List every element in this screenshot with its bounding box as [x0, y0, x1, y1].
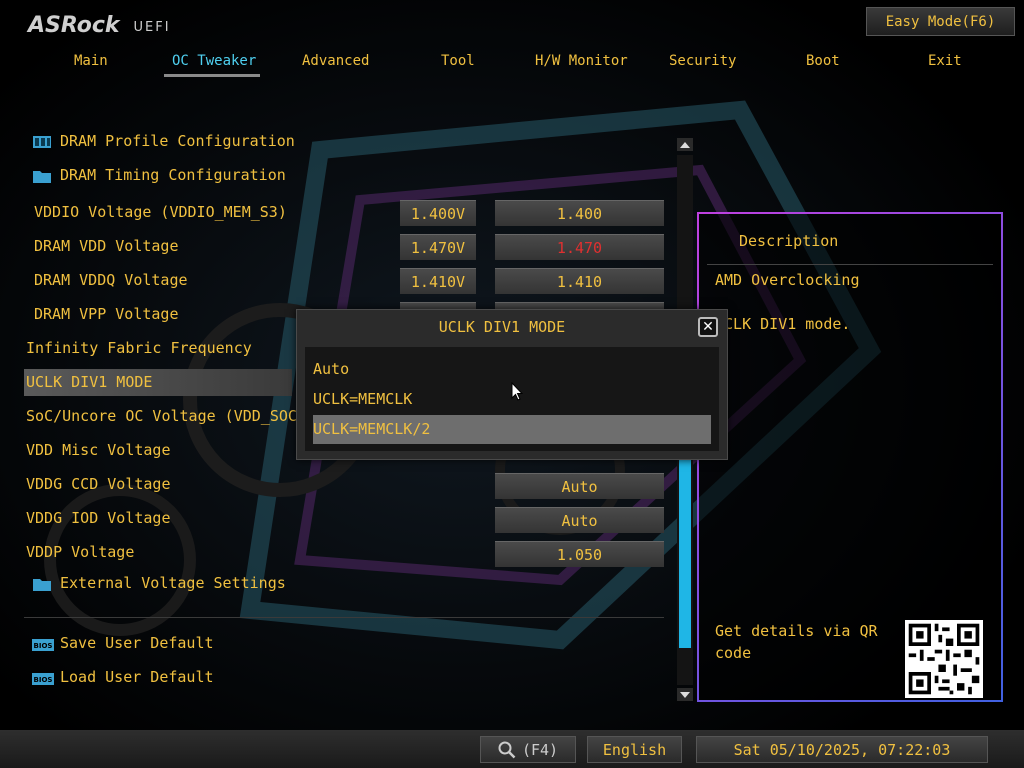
soc-voltage-item[interactable]: SoC/Uncore OC Voltage (VDD_SOC)	[26, 407, 306, 425]
description-title: Description	[739, 232, 839, 250]
logo-uefi: UEFI	[133, 20, 171, 35]
dram-timing-item[interactable]: DRAM Timing Configuration	[60, 166, 286, 184]
dram-vddq-current: 1.410V	[400, 268, 476, 294]
dram-vdd-current: 1.470V	[400, 234, 476, 260]
vddp-input[interactable]: 1.050	[495, 541, 664, 567]
vddp-label[interactable]: VDDP Voltage	[26, 543, 134, 561]
search-button[interactable]: (F4)	[480, 736, 576, 763]
scroll-down-button[interactable]	[677, 688, 693, 701]
dram-vdd-label[interactable]: DRAM VDD Voltage	[34, 237, 179, 255]
dram-vdd-input[interactable]: 1.470	[495, 234, 664, 260]
tab-oc-tweaker[interactable]: OC Tweaker	[172, 53, 256, 69]
tab-tool[interactable]: Tool	[441, 53, 475, 69]
arrow-down-icon	[680, 691, 690, 698]
save-user-default-item[interactable]: Save User Default	[60, 634, 214, 652]
svg-text:BIOS: BIOS	[34, 676, 53, 684]
scroll-up-button[interactable]	[677, 138, 693, 151]
external-voltage-item[interactable]: External Voltage Settings	[60, 574, 286, 592]
vddio-label[interactable]: VDDIO Voltage (VDDIO_MEM_S3)	[34, 203, 287, 221]
language-button[interactable]: English	[587, 736, 682, 763]
logo-brand: ASRock	[28, 13, 120, 38]
asrock-logo: ASRock UEFI	[28, 10, 171, 38]
description-panel: Description AMD Overclocking UCLK DIV1 m…	[697, 212, 1003, 702]
description-heading: AMD Overclocking	[715, 271, 860, 289]
vddg-ccd-input[interactable]: Auto	[495, 473, 664, 499]
vddg-ccd-label[interactable]: VDDG CCD Voltage	[26, 475, 171, 493]
dram-vddq-input[interactable]: 1.410	[495, 268, 664, 294]
vddio-current: 1.400V	[400, 200, 476, 226]
memory-icon	[33, 136, 51, 148]
close-icon[interactable]: ✕	[698, 317, 718, 337]
option-uclk-memclk[interactable]: UCLK=MEMCLK	[313, 390, 412, 408]
tab-main[interactable]: Main	[74, 53, 108, 69]
description-body: UCLK DIV1 mode.	[715, 315, 851, 333]
option-auto[interactable]: Auto	[313, 360, 349, 378]
vdd-misc-item[interactable]: VDD Misc Voltage	[26, 441, 171, 459]
active-tab-underline	[164, 74, 260, 77]
option-uclk-memclk-half[interactable]: UCLK=MEMCLK/2	[313, 420, 430, 438]
tab-exit[interactable]: Exit	[928, 53, 962, 69]
folder-icon	[33, 171, 51, 183]
dram-vddq-label[interactable]: DRAM VDDQ Voltage	[34, 271, 188, 289]
qr-code-icon	[905, 620, 983, 698]
vddio-input[interactable]: 1.400	[495, 200, 664, 226]
popup-title: UCLK DIV1 MODE	[438, 318, 566, 336]
dram-profile-item[interactable]: DRAM Profile Configuration	[60, 132, 295, 150]
vddg-iod-input[interactable]: Auto	[495, 507, 664, 533]
search-icon	[498, 741, 516, 758]
bios-icon: BIOS	[32, 673, 54, 685]
main-tabs: Main OC Tweaker Advanced Tool H/W Monito…	[0, 50, 1024, 80]
tab-security[interactable]: Security	[669, 53, 736, 69]
folder-icon	[33, 579, 51, 591]
description-divider	[707, 264, 993, 265]
vddg-iod-label[interactable]: VDDG IOD Voltage	[26, 509, 171, 527]
arrow-up-icon	[680, 141, 690, 148]
mouse-cursor-icon	[511, 382, 523, 401]
datetime-display: Sat 05/10/2025, 07:22:03	[696, 736, 988, 763]
tab-hw-monitor[interactable]: H/W Monitor	[535, 53, 628, 69]
infinity-fabric-item[interactable]: Infinity Fabric Frequency	[26, 339, 252, 357]
svg-text:BIOS: BIOS	[34, 642, 53, 650]
uclk-div1-item[interactable]: UCLK DIV1 MODE	[26, 373, 152, 391]
easy-mode-button[interactable]: Easy Mode(F6)	[866, 7, 1015, 36]
load-user-default-item[interactable]: Load User Default	[60, 668, 214, 686]
bios-icon: BIOS	[32, 639, 54, 651]
qr-caption: Get details via QR code	[715, 622, 878, 662]
tab-boot[interactable]: Boot	[806, 53, 840, 69]
dram-vpp-label[interactable]: DRAM VPP Voltage	[34, 305, 179, 323]
divider	[24, 617, 664, 618]
search-shortcut: (F4)	[521, 740, 559, 759]
tab-advanced[interactable]: Advanced	[302, 53, 369, 69]
